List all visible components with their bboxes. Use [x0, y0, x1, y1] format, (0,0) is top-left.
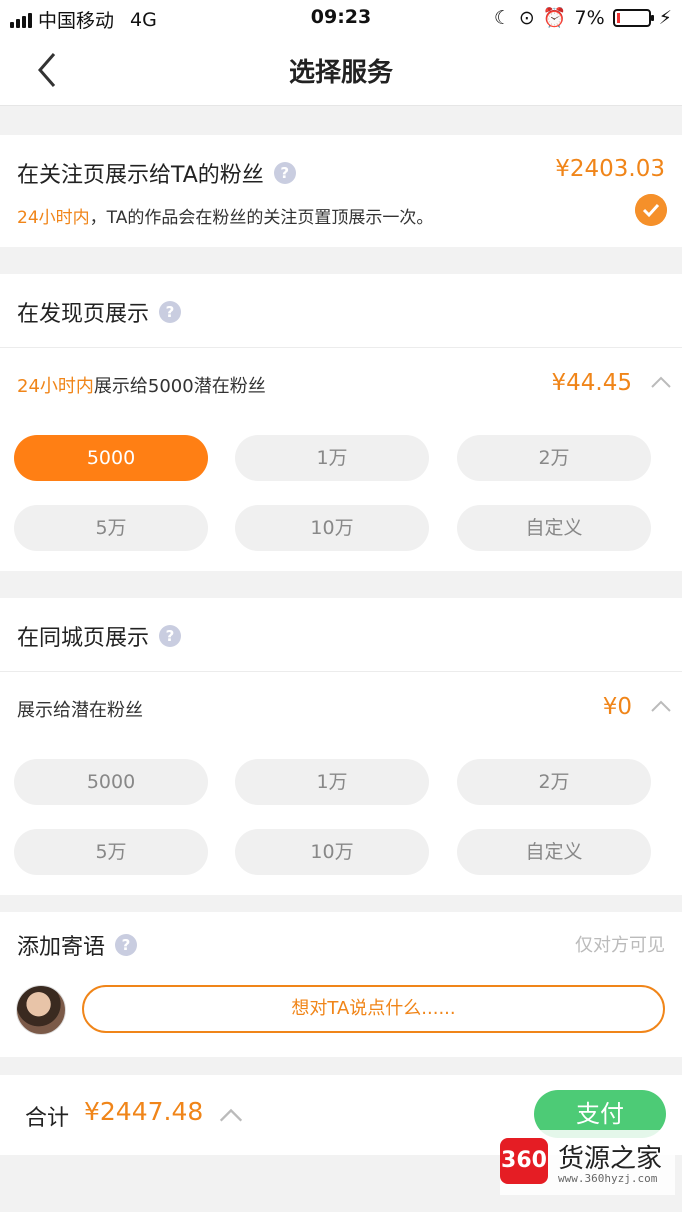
total-price: ¥2447.48	[84, 1097, 204, 1126]
local-option[interactable]: 5万	[14, 829, 208, 875]
message-title-row: 添加寄语 ?	[17, 929, 138, 961]
discover-title: 在发现页展示	[17, 302, 150, 327]
nav-bar: 选择服务	[0, 36, 682, 106]
message-input[interactable]: 想对TA说点什么......	[82, 985, 665, 1033]
watermark-url: www.360hyzj.com	[558, 1172, 658, 1185]
help-icon[interactable]: ?	[159, 625, 182, 647]
follow-desc-highlight: 24小时内	[17, 208, 90, 228]
discover-detail: 24小时内展示给5000潜在粉丝	[17, 372, 266, 398]
watermark-name: 货源之家	[558, 1144, 663, 1174]
local-option[interactable]: 自定义	[457, 829, 651, 875]
divider	[0, 347, 682, 348]
status-right: ☾ ⊙ ⏰ 7% ⚡	[493, 6, 672, 30]
discover-option[interactable]: 10万	[235, 505, 429, 551]
follow-desc-rest: ，TA的作品会在粉丝的关注页置顶展示一次。	[89, 208, 434, 228]
follow-card: 在关注页展示给TA的粉丝 ? ¥2403.03 24小时内，TA的作品会在粉丝的…	[0, 135, 682, 247]
discover-option[interactable]: 2万	[457, 435, 651, 481]
follow-checkbox[interactable]	[635, 194, 667, 226]
discover-title-row: 在发现页展示 ?	[17, 296, 182, 328]
rotation-lock-icon: ⊙	[518, 6, 535, 29]
message-title: 添加寄语	[17, 935, 106, 960]
discover-option[interactable]: 1万	[235, 435, 429, 481]
discover-detail-highlight: 24小时内	[17, 376, 94, 397]
help-icon[interactable]: ?	[115, 934, 138, 956]
help-icon[interactable]: ?	[159, 301, 182, 323]
alarm-icon: ⏰	[542, 7, 567, 29]
local-option[interactable]: 5000	[14, 759, 208, 805]
local-option[interactable]: 2万	[457, 759, 651, 805]
battery-icon	[612, 8, 654, 27]
local-card: 在同城页展示 ? 展示给潜在粉丝 ¥0 5000 1万 2万 5万 10万 自定…	[0, 598, 682, 895]
local-title-row: 在同城页展示 ?	[17, 620, 182, 652]
watermark: 360 货源之家 www.360hyzj.com	[500, 1130, 675, 1195]
local-price: ¥0	[602, 694, 632, 720]
follow-title-row: 在关注页展示给TA的粉丝 ?	[17, 157, 296, 189]
battery-percent: 7%	[574, 6, 605, 29]
help-icon[interactable]: ?	[273, 162, 296, 184]
total-label: 合计	[25, 1106, 70, 1131]
local-option[interactable]: 1万	[235, 759, 429, 805]
message-note: 仅对方可见	[575, 935, 665, 956]
divider	[0, 671, 682, 672]
follow-price: ¥2403.03	[555, 156, 665, 182]
discover-detail-rest: 展示给5000潜在粉丝	[93, 376, 266, 397]
follow-title: 在关注页展示给TA的粉丝	[17, 163, 264, 188]
chevron-up-icon[interactable]	[650, 699, 672, 713]
chevron-up-icon[interactable]	[650, 375, 672, 389]
watermark-logo: 360	[500, 1138, 548, 1184]
follow-desc: 24小时内，TA的作品会在粉丝的关注页置顶展示一次。	[17, 203, 433, 228]
local-detail: 展示给潜在粉丝	[17, 700, 143, 721]
avatar	[16, 985, 66, 1035]
discover-option[interactable]: 自定义	[457, 505, 651, 551]
discover-option[interactable]: 5万	[14, 505, 208, 551]
moon-icon: ☾	[493, 6, 511, 29]
status-bar: 中国移动 4G 09:23 ☾ ⊙ ⏰ 7% ⚡	[0, 0, 682, 36]
discover-card: 在发现页展示 ? 24小时内展示给5000潜在粉丝 ¥44.45 5000 1万…	[0, 274, 682, 571]
local-title: 在同城页展示	[17, 626, 150, 651]
charging-icon: ⚡	[658, 6, 672, 29]
page-title: 选择服务	[288, 58, 393, 88]
discover-option[interactable]: 5000	[14, 435, 208, 481]
discover-price: ¥44.45	[551, 370, 632, 396]
chevron-up-icon[interactable]	[218, 1107, 244, 1123]
local-option[interactable]: 10万	[235, 829, 429, 875]
